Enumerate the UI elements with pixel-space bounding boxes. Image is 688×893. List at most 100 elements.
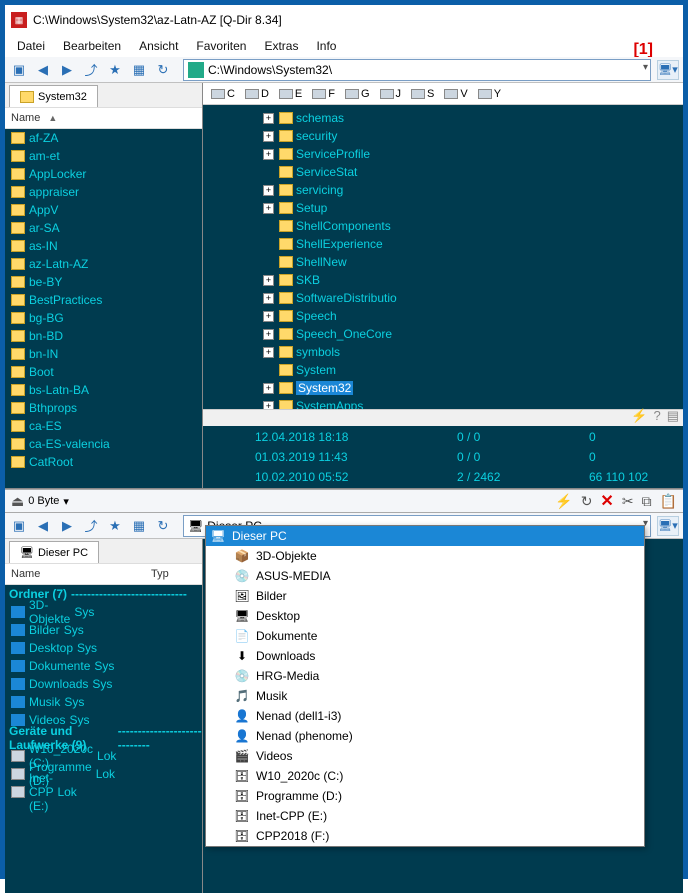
tree-item[interactable]: +symbols [263,343,683,361]
drive-c[interactable]: C [207,88,239,100]
chevron-down-icon[interactable]: ▾ [643,62,648,73]
dropdown-item[interactable]: 👤Nenad (phenome) [206,726,644,746]
tree-item[interactable]: +System32 [263,379,683,397]
expand-icon[interactable]: + [263,203,274,214]
dropdown-item[interactable]: 🖥Dieser PC [206,526,644,546]
cut-icon[interactable]: ✂ [622,493,634,510]
drive-f[interactable]: F [308,88,339,100]
drive-v[interactable]: V [440,88,471,100]
list-item[interactable]: CatRoot [5,453,202,471]
tree-item[interactable]: ShellExperience [263,235,683,253]
monitor-button[interactable]: 🖥▾ [657,516,679,536]
menu-info[interactable]: Info [316,39,336,53]
dropdown-item[interactable]: 🖥Desktop [206,606,644,626]
tree-item[interactable]: +schemas [263,109,683,127]
monitor-button[interactable]: 🖥▾ [657,60,679,80]
back-icon[interactable]: ◀ [33,516,53,536]
tab-dieser-pc[interactable]: 🖥 Dieser PC [9,541,99,563]
dropdown-item[interactable]: 👤Nenad (dell1-i3) [206,706,644,726]
dropdown-item[interactable]: 🎬Videos [206,746,644,766]
list-item[interactable]: BilderSys [5,621,202,639]
drive-y[interactable]: Y [474,88,505,100]
close-icon[interactable]: ✕ [600,491,613,511]
menu-bearbeiten[interactable]: Bearbeiten [63,39,121,53]
list-item[interactable]: af-ZA [5,129,202,147]
address-dropdown[interactable]: 🖥Dieser PC📦3D-Objekte💿ASUS-MEDIA🖼Bilder🖥… [205,525,645,847]
list-item[interactable]: AppLocker [5,165,202,183]
tree-item[interactable]: +Speech [263,307,683,325]
dropdown-item[interactable]: 💿HRG-Media [206,666,644,686]
drive-j[interactable]: J [376,88,406,100]
dropdown-item[interactable]: 📄Dokumente [206,626,644,646]
list-item[interactable]: DesktopSys [5,639,202,657]
list-item[interactable]: BestPractices [5,291,202,309]
dropdown-item[interactable]: 📦3D-Objekte [206,546,644,566]
list-item[interactable]: be-BY [5,273,202,291]
dropdown-item[interactable]: 🗄CPP2018 (F:) [206,826,644,846]
list-item[interactable]: ca-ES-valencia [5,435,202,453]
view-icon[interactable]: ▦ [129,60,149,80]
dropdown-item[interactable]: 🖼Bilder [206,586,644,606]
expand-icon[interactable]: + [263,113,274,124]
list-item[interactable]: ar-SA [5,219,202,237]
explore-icon[interactable]: ▣ [9,60,29,80]
tree-item[interactable]: ShellNew [263,253,683,271]
tab-system32[interactable]: System32 [9,85,98,107]
list-item[interactable]: as-IN [5,237,202,255]
menu-datei[interactable]: Datei [17,39,45,53]
drive-s[interactable]: S [407,88,438,100]
drive-d[interactable]: D [241,88,273,100]
fav-icon[interactable]: ★ [105,516,125,536]
list-item[interactable]: DownloadsSys [5,675,202,693]
expand-icon[interactable]: + [263,293,274,304]
eject-icon[interactable]: ⏏ [11,493,24,510]
explore-icon[interactable]: ▣ [9,516,29,536]
dropdown-item[interactable]: 🎵Musik [206,686,644,706]
forward-icon[interactable]: ▶ [57,516,77,536]
expand-icon[interactable]: + [263,383,274,394]
list-item[interactable]: az-Latn-AZ [5,255,202,273]
tree-item[interactable]: +Speech_OneCore [263,325,683,343]
list-item[interactable]: Inet-CPP (E:)Lok [5,783,202,801]
list-item[interactable]: bn-IN [5,345,202,363]
expand-icon[interactable]: + [263,275,274,286]
menu-extras[interactable]: Extras [264,39,298,53]
drive-e[interactable]: E [275,88,306,100]
list-item[interactable]: DokumenteSys [5,657,202,675]
list-item[interactable]: 3D-ObjekteSys [5,603,202,621]
bolt-icon[interactable]: ⚡ [631,408,647,424]
expand-icon[interactable]: + [263,347,274,358]
folder-tree[interactable]: +schemas+security+ServiceProfileServiceS… [203,105,683,419]
list-item[interactable]: bg-BG [5,309,202,327]
dropdown-item[interactable]: 💿ASUS-MEDIA [206,566,644,586]
list-item[interactable]: am-et [5,147,202,165]
expand-icon[interactable]: + [263,185,274,196]
back-icon[interactable]: ◀ [33,60,53,80]
forward-icon[interactable]: ▶ [57,60,77,80]
list-item[interactable]: ca-ES [5,417,202,435]
dropdown-item[interactable]: 🗄Inet-CPP (E:) [206,806,644,826]
chevron-down-icon[interactable]: ▾ [63,495,69,508]
tree-item[interactable]: ShellComponents [263,217,683,235]
list-item[interactable]: Bthprops [5,399,202,417]
copy-icon[interactable]: ⧉ [642,493,652,510]
list-item[interactable]: appraiser [5,183,202,201]
tree-panel[interactable]: +schemas+security+ServiceProfileServiceS… [203,105,683,426]
horizontal-scrollbar[interactable] [203,409,683,426]
expand-icon[interactable]: + [263,311,274,322]
up-icon[interactable]: ⤴ [81,60,101,80]
lower-item-list[interactable]: Ordner (7) -----------------------------… [5,585,202,893]
tree-item[interactable]: +ServiceProfile [263,145,683,163]
help-icon[interactable]: ? [653,408,660,424]
expand-icon[interactable]: + [263,329,274,340]
dropdown-item[interactable]: ⬇Downloads [206,646,644,666]
list-item[interactable]: bn-BD [5,327,202,345]
upper-folder-list[interactable]: af-ZAam-etAppLockerappraiserAppVar-SAas-… [5,129,202,488]
dropdown-item[interactable]: 🗄W10_2020c (C:) [206,766,644,786]
list-item[interactable]: MusikSys [5,693,202,711]
view-icon[interactable]: ▦ [129,516,149,536]
refresh-icon[interactable]: ↻ [153,60,173,80]
lower-column-header[interactable]: Name Typ [5,563,202,585]
list-item[interactable]: AppV [5,201,202,219]
expand-icon[interactable]: + [263,131,274,142]
